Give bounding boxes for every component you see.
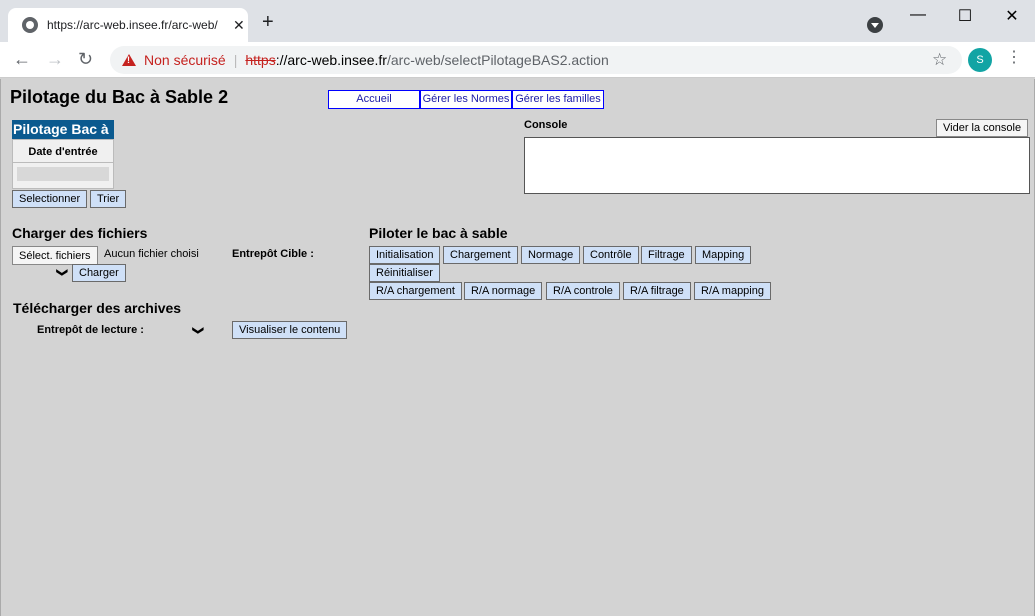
view-content-button[interactable]: Visualiser le contenu: [232, 321, 348, 339]
load-button[interactable]: Charger: [72, 264, 126, 282]
ra-filtrage-button[interactable]: R/A filtrage: [623, 282, 691, 300]
new-tab-icon[interactable]: +: [262, 12, 274, 32]
globe-icon: [22, 17, 38, 33]
tab-search-icon[interactable]: [867, 17, 883, 33]
window-close-icon[interactable]: ✕: [1000, 6, 1024, 26]
maximize-icon[interactable]: ☐: [953, 6, 977, 26]
target-warehouse-label: Entrepôt Cible :: [232, 248, 314, 260]
url-scheme: https: [245, 52, 276, 68]
console-label: Console: [524, 119, 568, 131]
controle-button[interactable]: Contrôle: [583, 246, 639, 264]
reload-icon[interactable]: ↻: [78, 49, 93, 69]
select-button[interactable]: Selectionner: [12, 190, 88, 208]
file-status: Aucun fichier choisi: [104, 248, 199, 260]
sort-button[interactable]: Trier: [90, 190, 127, 208]
tab-close-icon[interactable]: ✕: [233, 17, 245, 34]
address-bar[interactable]: Non sécurisé | https://arc-web.insee.fr/…: [110, 46, 962, 74]
browser-tabstrip: https://arc-web.insee.fr/arc-web/ ✕ + — …: [0, 0, 1035, 42]
mapping-button[interactable]: Mapping: [695, 246, 752, 264]
chevron-down-icon[interactable]: ❯: [192, 326, 205, 335]
separator: |: [233, 52, 238, 68]
nav-accueil[interactable]: Accueil: [328, 90, 420, 109]
nav-normes[interactable]: Gérer les Normes: [420, 90, 512, 109]
initialisation-button[interactable]: Initialisation: [369, 246, 441, 264]
archives-heading: Télécharger des archives: [13, 300, 182, 316]
browser-toolbar: ← → ↻ Non sécurisé | https://arc-web.ins…: [0, 42, 1035, 78]
bookmark-star-icon[interactable]: ☆: [932, 50, 947, 70]
clear-console-button[interactable]: Vider la console: [936, 119, 1029, 137]
ra-normage-button[interactable]: R/A normage: [464, 282, 543, 300]
normage-button[interactable]: Normage: [521, 246, 581, 264]
avatar[interactable]: S: [968, 48, 992, 72]
security-label[interactable]: Non sécurisé: [144, 52, 226, 68]
page-title: Pilotage du Bac à Sable 2: [10, 87, 229, 107]
browser-tab[interactable]: https://arc-web.insee.fr/arc-web/ ✕: [8, 8, 248, 42]
console-textarea[interactable]: [524, 137, 1030, 194]
ra-chargement-button[interactable]: R/A chargement: [369, 282, 462, 300]
nav-familles[interactable]: Gérer les familles: [512, 90, 604, 109]
page-content: Pilotage du Bac à Sable 2 Accueil Gérer …: [0, 79, 1035, 616]
minimize-icon[interactable]: —: [906, 6, 930, 24]
pilotage-panel: Pilotage Bac à Date d'entrée: [12, 120, 114, 189]
back-icon[interactable]: ←: [13, 49, 31, 69]
warning-icon: [122, 54, 136, 66]
reinitialiser-button[interactable]: Réinitialiser: [369, 264, 440, 282]
url-path: /arc-web/selectPilotageBAS2.action: [386, 52, 609, 68]
tab-title: https://arc-web.insee.fr/arc-web/: [47, 18, 218, 32]
filtrage-button[interactable]: Filtrage: [641, 246, 692, 264]
top-nav: Accueil Gérer les Normes Gérer les famil…: [328, 90, 604, 109]
sandbox-heading: Piloter le bac à sable: [369, 225, 508, 241]
chargement-button[interactable]: Chargement: [443, 246, 518, 264]
upload-heading: Charger des fichiers: [12, 225, 148, 241]
panel-header: Pilotage Bac à: [12, 120, 114, 139]
menu-icon[interactable]: ⋮: [1006, 50, 1022, 66]
forward-icon[interactable]: →: [46, 49, 64, 69]
filter-cell[interactable]: [12, 163, 114, 189]
filter-input[interactable]: [17, 167, 109, 181]
ra-mapping-button[interactable]: R/A mapping: [694, 282, 771, 300]
ra-controle-button[interactable]: R/A controle: [546, 282, 620, 300]
url-host: ://arc-web.insee.fr: [275, 52, 387, 68]
chevron-down-icon[interactable]: ❯: [56, 268, 69, 277]
column-header-date[interactable]: Date d'entrée: [12, 139, 114, 163]
file-select-button[interactable]: Sélect. fichiers: [12, 246, 98, 265]
read-warehouse-label: Entrepôt de lecture :: [37, 324, 144, 336]
